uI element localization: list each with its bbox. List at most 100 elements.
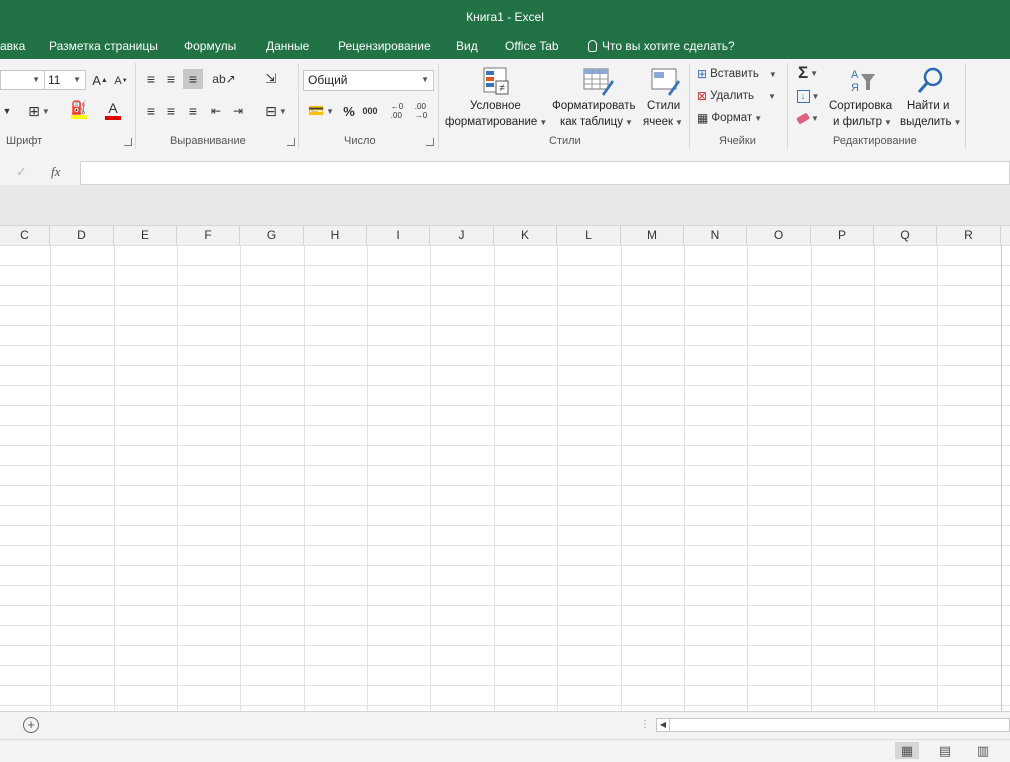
column-header-k[interactable]: K (494, 226, 557, 245)
percent-style-button[interactable]: % (341, 101, 357, 121)
merge-center-button[interactable]: ⊟ ▼ (260, 101, 292, 121)
column-header-q[interactable]: Q (874, 226, 937, 245)
grid-line (1001, 245, 1002, 711)
increase-decimal-button[interactable]: ←0.00 (388, 101, 406, 121)
align-right-icon: ≡ (188, 103, 198, 119)
comma-style-button[interactable]: 000 (360, 101, 380, 121)
resize-handle-icon[interactable]: ⋮ (640, 719, 650, 730)
insert-cells-label: Вставить (710, 68, 759, 80)
column-header-m[interactable]: M (621, 226, 684, 245)
align-middle-button[interactable]: ≡ (163, 70, 179, 88)
check-icon[interactable]: ✓ (16, 164, 27, 180)
borders-button[interactable]: ⊞ ▼ (22, 101, 56, 121)
insert-cells-button[interactable]: ⊞ Вставить ▼ (697, 65, 777, 83)
grid-line (367, 245, 368, 711)
tab-review[interactable]: Рецензирование (338, 39, 431, 53)
column-header-d[interactable]: D (50, 226, 114, 245)
cell-styles-button[interactable] (650, 65, 680, 97)
tab-insert[interactable]: авка (0, 39, 25, 53)
page-break-view-icon[interactable]: ▥ (971, 742, 995, 759)
formula-bar-spacer (0, 185, 1010, 225)
column-header-o[interactable]: O (747, 226, 811, 245)
group-label-font: Шрифт (6, 135, 43, 147)
column-header-e[interactable]: E (114, 226, 177, 245)
sigma-icon: Σ (797, 63, 809, 82)
insert-cells-icon: ⊞ (697, 67, 708, 81)
column-header-j[interactable]: J (430, 226, 494, 245)
align-bottom-button[interactable]: ≡ (183, 69, 203, 89)
decrease-indent-button[interactable]: ⇤ (207, 102, 225, 120)
delete-cells-button[interactable]: ⊠ Удалить ▼ (697, 87, 776, 105)
font-size-box[interactable]: 11 ▼ (44, 70, 86, 90)
fill-button[interactable]: ↓ ▼ (795, 87, 821, 105)
align-top-icon: ≡ (146, 71, 156, 87)
column-header-f[interactable]: F (177, 226, 240, 245)
eraser-icon (796, 111, 810, 125)
wrap-text-button[interactable]: ⇲ (262, 69, 280, 89)
formula-input[interactable] (80, 161, 1010, 185)
normal-view-icon[interactable]: ▦ (895, 742, 919, 759)
decrease-decimal-button[interactable]: .00 →0 (412, 101, 430, 121)
scroll-left-icon[interactable]: ◀ (657, 719, 670, 731)
ribbon-tabs: авка Разметка страницы Формулы Данные Ре… (0, 34, 1010, 59)
align-left-icon: ≡ (146, 103, 156, 119)
cell-grid[interactable] (0, 245, 1010, 711)
column-header-r[interactable]: R (937, 226, 1001, 245)
fx-icon[interactable]: fx (51, 164, 60, 180)
column-header-g[interactable]: G (240, 226, 304, 245)
font-dialog-launcher-icon[interactable] (124, 138, 132, 146)
column-header-l[interactable]: L (557, 226, 621, 245)
format-as-table-button[interactable] (582, 65, 614, 97)
horizontal-scrollbar[interactable]: ◀ (656, 718, 1010, 732)
format-cells-button[interactable]: ▦ Формат ▼ (697, 109, 762, 127)
column-header-c[interactable]: C (0, 226, 50, 245)
column-header-p[interactable]: P (811, 226, 874, 245)
clear-button[interactable]: ▼ (795, 109, 821, 127)
format-as-table-label-2: как таблицу ▼ (560, 116, 633, 128)
sort-filter-button[interactable]: A Я (845, 65, 877, 97)
align-right-button[interactable]: ≡ (185, 102, 201, 120)
conditional-formatting-button[interactable]: ≠ (482, 65, 510, 97)
tab-data[interactable]: Данные (266, 39, 309, 53)
column-header-n[interactable]: N (684, 226, 747, 245)
sort-filter-icon: A Я (851, 69, 875, 94)
find-select-button[interactable] (914, 65, 946, 97)
format-as-table-label-1: Форматировать (552, 100, 636, 112)
page-layout-view-icon[interactable]: ▤ (933, 742, 957, 759)
grow-font-button[interactable]: A ▲ (92, 71, 108, 89)
grid-line (50, 245, 51, 711)
increase-indent-button[interactable]: ⇥ (229, 102, 247, 120)
tell-me-search[interactable]: Что вы хотите сделать? (588, 39, 735, 53)
column-header-i[interactable]: I (367, 226, 430, 245)
alignment-dialog-launcher-icon[interactable] (287, 138, 295, 146)
sort-filter-label-1: Сортировка (829, 100, 893, 112)
conditional-formatting-label-2: форматирование ▼ (445, 116, 548, 128)
shrink-font-button[interactable]: A ▼ (113, 72, 129, 90)
underline-dropdown[interactable]: ▼ (0, 101, 14, 121)
font-color-icon: A (108, 99, 118, 116)
align-center-button[interactable]: ≡ (163, 102, 179, 120)
autosum-button[interactable]: Σ ▼ (794, 63, 822, 83)
add-sheet-icon[interactable]: + (23, 717, 39, 733)
tab-page-layout[interactable]: Разметка страницы (49, 39, 158, 53)
tab-formulas[interactable]: Формулы (184, 39, 236, 53)
align-left-button[interactable]: ≡ (143, 102, 159, 120)
orientation-button[interactable]: ab↗ (210, 69, 238, 89)
align-center-icon: ≡ (166, 103, 176, 119)
font-color-button[interactable]: A (98, 99, 128, 121)
number-dialog-launcher-icon[interactable] (426, 138, 434, 146)
tab-office-tab[interactable]: Office Tab (505, 39, 559, 53)
thousands-label: 000 (362, 106, 378, 116)
grid-line (114, 245, 115, 711)
fill-down-icon: ↓ (796, 89, 810, 103)
accounting-format-button[interactable]: 💳 ▼ (304, 101, 338, 121)
svg-text:A: A (851, 69, 859, 81)
tab-view[interactable]: Вид (456, 39, 478, 53)
column-header-h[interactable]: H (304, 226, 367, 245)
number-format-select[interactable]: Общий ▼ (303, 70, 434, 91)
status-bar: ▦ ▤ ▥ (0, 739, 1010, 762)
fill-color-button[interactable]: ⛽ (64, 99, 94, 121)
font-size-value: 11 (48, 73, 61, 87)
align-top-button[interactable]: ≡ (143, 70, 159, 88)
group-separator (689, 63, 690, 149)
